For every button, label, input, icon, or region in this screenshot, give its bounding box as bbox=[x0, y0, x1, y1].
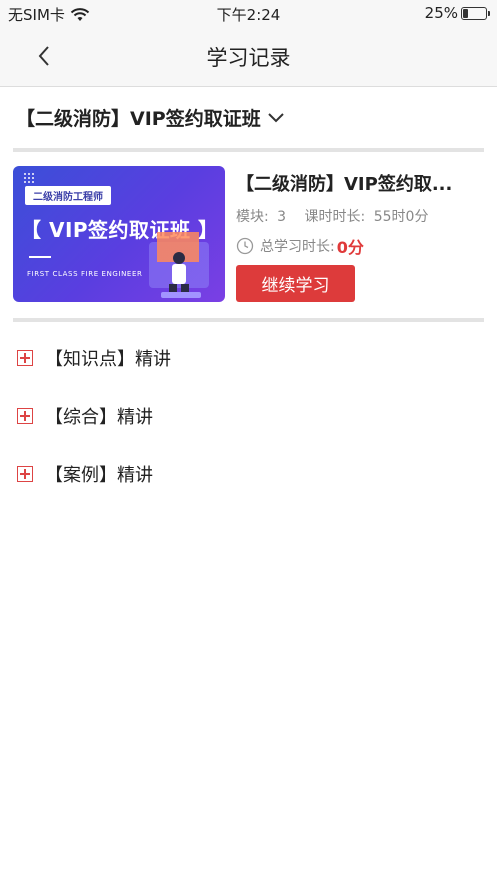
hours-info: 课时时长: 55时0分 bbox=[305, 209, 429, 225]
section-item[interactable]: 【综合】精讲 bbox=[17, 403, 153, 429]
nav-bar: 学习记录 bbox=[0, 26, 497, 87]
expand-plus-icon[interactable] bbox=[17, 408, 33, 424]
cover-subtitle: FIRST CLASS FIRE ENGINEER bbox=[27, 270, 143, 278]
course-selector-label: 【二级消防】VIP签约取证班 bbox=[16, 108, 261, 130]
section-label: 【案例】精讲 bbox=[45, 465, 153, 486]
total-study-time: 总学习时长: 0分 bbox=[236, 234, 364, 258]
cover-rule bbox=[29, 256, 51, 258]
dot-pattern-decoration bbox=[23, 172, 35, 184]
student-illustration bbox=[149, 232, 209, 298]
study-time-label: 总学习时长: bbox=[260, 239, 335, 255]
course-title[interactable]: 【二级消防】VIP签约取... bbox=[236, 170, 486, 196]
study-time-value: 0分 bbox=[336, 238, 364, 257]
expand-plus-icon[interactable] bbox=[17, 466, 33, 482]
course-cover-image[interactable]: 二级消防工程师 【 VIP签约取证班 】 FIRST CLASS FIRE EN… bbox=[13, 166, 225, 302]
course-selector[interactable]: 【二级消防】VIP签约取证班 bbox=[16, 104, 285, 131]
section-item[interactable]: 【知识点】精讲 bbox=[17, 345, 171, 371]
hours-value: 55时0分 bbox=[373, 209, 429, 225]
clock-icon bbox=[236, 237, 254, 255]
course-meta: 模块: 3 课时时长: 55时0分 bbox=[236, 206, 428, 226]
hours-label: 课时时长: bbox=[304, 209, 366, 225]
section-label: 【综合】精讲 bbox=[45, 407, 153, 428]
cover-tag: 二级消防工程师 bbox=[25, 186, 111, 205]
status-time: 下午2:24 bbox=[216, 6, 281, 24]
section-item[interactable]: 【案例】精讲 bbox=[17, 461, 153, 487]
status-bar: 无SIM卡 下午2:24 25% bbox=[0, 0, 497, 26]
battery-percent: 25% bbox=[424, 4, 458, 22]
divider bbox=[13, 318, 484, 322]
continue-learning-button[interactable]: 继续学习 bbox=[236, 265, 355, 302]
section-label: 【知识点】精讲 bbox=[45, 349, 171, 370]
modules-info: 模块: 3 bbox=[236, 209, 291, 225]
expand-plus-icon[interactable] bbox=[17, 350, 33, 366]
page-title: 学习记录 bbox=[206, 46, 291, 70]
divider bbox=[13, 148, 484, 152]
modules-label: 模块: bbox=[236, 209, 269, 225]
modules-value: 3 bbox=[277, 209, 287, 225]
chevron-down-icon bbox=[267, 112, 284, 122]
battery-icon bbox=[461, 6, 490, 20]
